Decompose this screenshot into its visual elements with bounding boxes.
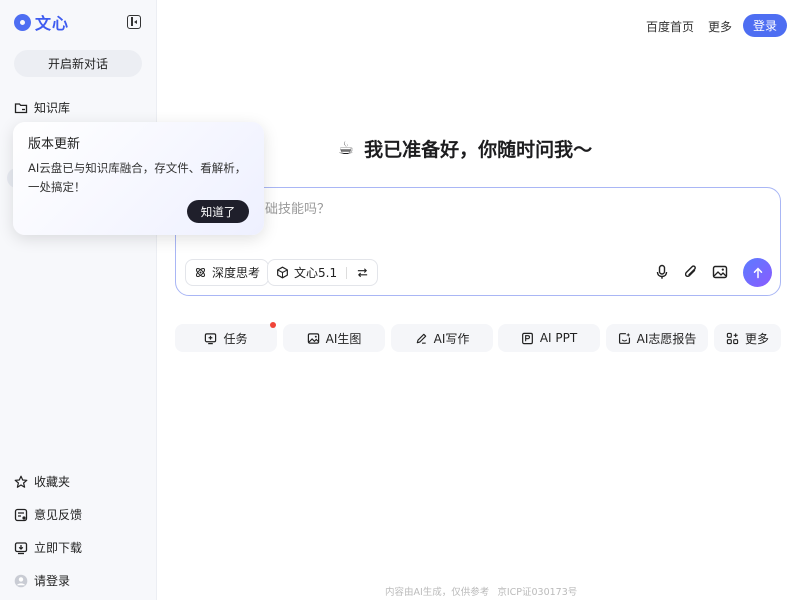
feature-ai-writing-button[interactable]: AI写作	[391, 324, 493, 352]
coffee-icon: ☕	[338, 138, 355, 159]
login-button[interactable]: 登录	[743, 14, 787, 37]
report-icon	[618, 332, 630, 344]
version-update-popover: 版本更新 AI云盘已与知识库融合，存文件、看解析，一处搞定！ 知道了	[13, 122, 264, 235]
sidebar: 文心 开启新对话 知识库 收藏夹 意见反馈 立即下载 请登录	[0, 0, 157, 600]
image-upload-icon[interactable]	[712, 264, 728, 280]
sidebar-item-download[interactable]: 立即下载	[14, 539, 82, 556]
sidebar-item-favorites[interactable]: 收藏夹	[14, 473, 70, 490]
logo-text: 文心	[35, 14, 70, 33]
feature-label: AI PPT	[539, 331, 578, 345]
sidebar-item-login[interactable]: 请登录	[14, 572, 70, 589]
feature-ai-ppt-button[interactable]: AI PPT	[498, 324, 600, 352]
ppt-icon	[521, 332, 533, 344]
switch-icon[interactable]	[356, 266, 369, 279]
sidebar-item-label: 立即下载	[34, 541, 83, 555]
pen-icon	[416, 333, 426, 344]
ai-disclaimer: 内容由AI生成，仅供参考	[385, 587, 490, 598]
feature-ai-image-button[interactable]: AI生图	[283, 324, 385, 352]
more-link[interactable]: 更多	[708, 18, 732, 35]
feature-ai-report-button[interactable]: AI志愿报告	[606, 324, 708, 352]
new-chat-button[interactable]: 开启新对话	[14, 50, 142, 77]
got-it-button[interactable]: 知道了	[187, 200, 249, 223]
star-icon	[14, 475, 28, 488]
feedback-icon	[14, 508, 28, 521]
user-icon	[14, 574, 28, 587]
popover-body: AI云盘已与知识库融合，存文件、看解析，一处搞定！	[28, 161, 247, 194]
feature-task-button[interactable]: 任务	[175, 324, 277, 352]
model-selector[interactable]: 文心5.1	[267, 259, 379, 286]
model-label: 文心5.1	[294, 266, 338, 280]
feature-label: AI志愿报告	[636, 331, 697, 346]
logo-icon	[14, 13, 31, 31]
sidebar-item-feedback[interactable]: 意见反馈	[14, 506, 82, 523]
deep-think-toggle[interactable]: 深度思考	[185, 259, 270, 286]
folder-icon	[14, 102, 28, 113]
microphone-icon[interactable]	[654, 264, 670, 280]
task-icon	[205, 332, 217, 344]
atom-icon	[195, 267, 206, 278]
divider	[346, 266, 348, 279]
image-gen-icon	[307, 332, 319, 344]
feature-label: 任务	[223, 331, 248, 346]
feature-more-button[interactable]: 更多	[714, 324, 781, 352]
collapse-sidebar-icon[interactable]	[127, 15, 141, 29]
sidebar-item-knowledge[interactable]: 知识库	[14, 99, 70, 116]
grid-icon	[726, 332, 739, 344]
arrow-up-icon	[753, 267, 762, 278]
greeting-headline: ☕ 我已准备好，你随时问我～	[338, 135, 592, 162]
paperclip-icon[interactable]	[683, 264, 699, 280]
notification-dot	[270, 322, 276, 328]
baidu-home-link[interactable]: 百度首页	[646, 18, 694, 35]
download-icon	[14, 541, 28, 554]
logo[interactable]: 文心	[14, 10, 69, 34]
sidebar-item-label: 收藏夹	[34, 475, 71, 489]
feature-label: AI写作	[433, 331, 470, 346]
send-button[interactable]	[743, 258, 772, 287]
feature-label: 更多	[744, 331, 769, 346]
sidebar-item-label: 知识库	[34, 101, 71, 115]
sidebar-item-label: 意见反馈	[34, 508, 83, 522]
greeting-text: 我已准备好，你随时问我～	[364, 139, 593, 161]
popover-title: 版本更新	[28, 137, 81, 152]
sidebar-item-label: 请登录	[34, 574, 71, 588]
icp-license-link[interactable]: 京ICP证030173号	[497, 584, 577, 598]
chat-input-placeholder[interactable]: 础技能吗？	[265, 198, 330, 217]
chat-input-box[interactable]: 础技能吗？ 深度思考 文心5.1	[175, 187, 781, 296]
deep-think-label: 深度思考	[212, 266, 261, 280]
feature-label: AI生图	[325, 331, 362, 346]
footer: 内容由AI生成，仅供参考 京ICP证030173号	[385, 584, 577, 598]
cube-icon	[277, 266, 288, 279]
